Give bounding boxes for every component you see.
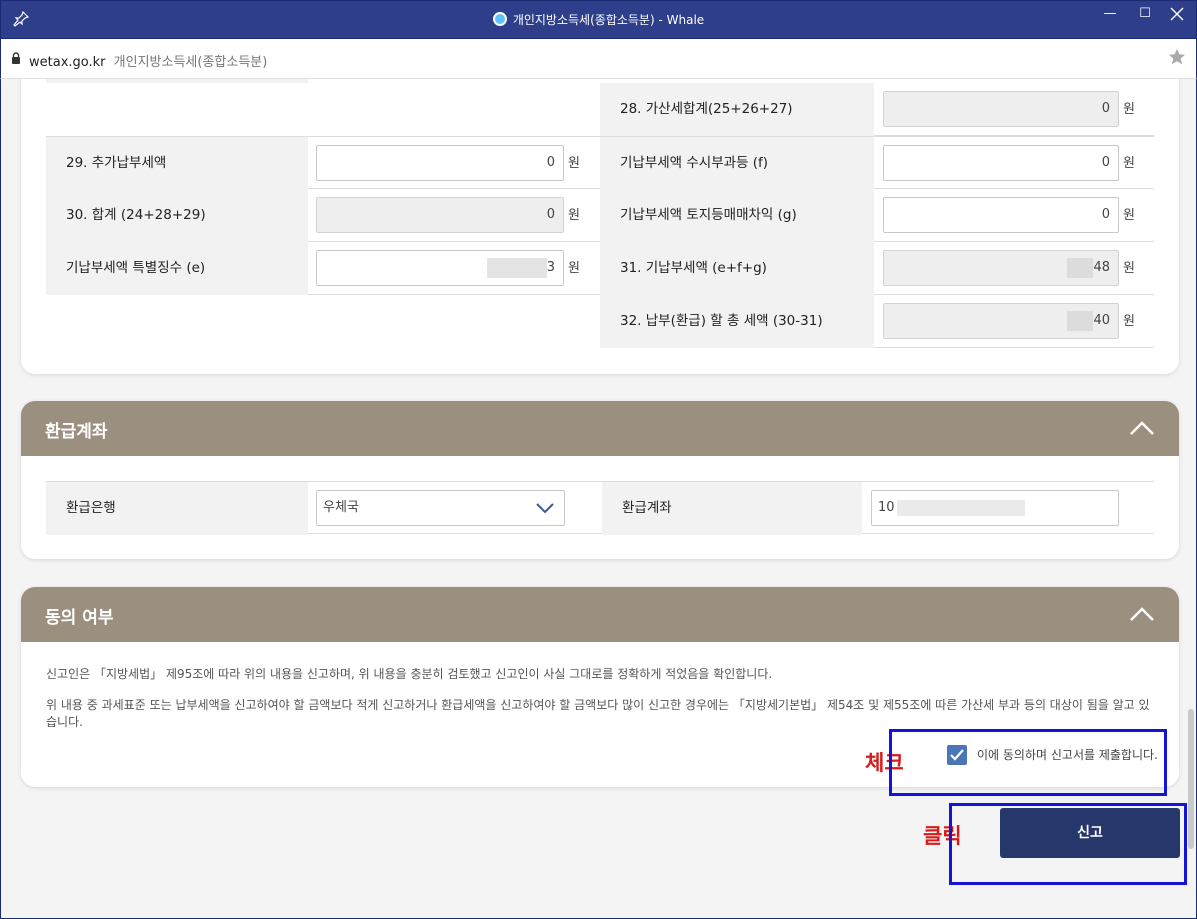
url-text[interactable]: wetax.go.kr 개인지방소득세(종합소득분): [29, 51, 267, 70]
lock-icon: [12, 52, 20, 64]
label-31: 31. 기납부세액 (e+f+g): [600, 242, 874, 295]
masked-value: [1067, 257, 1094, 278]
scrollbar-thumb[interactable]: [1188, 709, 1194, 849]
maximize-button[interactable]: ☐: [1136, 5, 1154, 23]
table-row-28: 28. 가산세합계(25+26+27) 0 원: [600, 83, 1154, 136]
masked-value: [486, 257, 547, 278]
submit-button[interactable]: 신고: [1000, 808, 1180, 858]
field-e-input[interactable]: 3: [316, 250, 564, 286]
unit-won: 원: [1123, 102, 1135, 117]
unit-won: 원: [1123, 314, 1135, 329]
field-30: 0: [316, 197, 564, 233]
chevron-up-icon[interactable]: [1129, 603, 1155, 625]
chevron-down-icon: [536, 503, 554, 514]
address-bar: wetax.go.kr 개인지방소득세(종합소득분): [0, 39, 1197, 79]
unit-won: 원: [568, 156, 580, 171]
agree-label[interactable]: 이에 동의하며 신고서를 제출합니다.: [977, 746, 1158, 763]
unit-won: 원: [1123, 261, 1135, 276]
field-32: 40: [883, 303, 1119, 339]
whale-app-icon: [492, 12, 507, 26]
star-icon[interactable]: [1168, 48, 1186, 66]
checkmark-icon: [950, 749, 964, 761]
minimize-button[interactable]: —: [1101, 5, 1119, 23]
chevron-up-icon[interactable]: [1129, 417, 1155, 439]
unit-won: 원: [568, 208, 580, 223]
bank-select[interactable]: 우체국: [316, 490, 565, 526]
label-e: 기납부세액 특별징수 (e): [46, 242, 308, 295]
field-g-input[interactable]: 0: [883, 197, 1119, 233]
window-title: 개인지방소득세(종합소득분) - Whale: [1, 11, 1196, 28]
table-row-32: 32. 납부(환급) 할 총 세액 (30-31) 40 원: [600, 295, 1154, 348]
refund-account-card: 환급계좌 환급은행 우체국 환급계좌 10: [21, 401, 1179, 559]
account-input[interactable]: 10: [871, 490, 1119, 526]
label-refund-account: 환급계좌: [602, 482, 862, 535]
page-content: 28. 가산세합계(25+26+27) 0 원 29. 추가납부세액 0 원 기…: [0, 79, 1197, 919]
refund-section-header[interactable]: 환급계좌: [21, 401, 1179, 456]
unit-won: 원: [1123, 208, 1135, 223]
label-f: 기납부세액 수시부과등 (f): [600, 137, 874, 190]
label-g: 기납부세액 토지등매매차익 (g): [600, 189, 874, 242]
table-row-e: 기납부세액 특별징수 (e) 3 원 31. 기납부세액 (e+f+g) 48 …: [46, 242, 1154, 295]
unit-won: 원: [568, 261, 580, 276]
table-row-30: 30. 합계 (24+28+29) 0 원 기납부세액 토지등매매차익 (g) …: [46, 189, 1154, 242]
consent-section-header[interactable]: 동의 여부: [21, 587, 1179, 642]
section-title: 동의 여부: [45, 608, 114, 628]
agree-checkbox[interactable]: [947, 745, 967, 765]
table-row-stub: [46, 79, 308, 83]
field-f-input[interactable]: 0: [883, 145, 1119, 181]
field-28: 0: [883, 91, 1119, 127]
window-titlebar: 개인지방소득세(종합소득분) - Whale — ☐: [0, 0, 1197, 39]
consent-notice-1: 신고인은 「지방세법」 제95조에 따라 위의 내용을 신고하며, 위 내용을 …: [46, 667, 773, 681]
close-icon[interactable]: [1170, 7, 1184, 21]
field-29-input[interactable]: 0: [316, 145, 564, 181]
section-title: 환급계좌: [45, 422, 108, 442]
refund-row: 환급은행 우체국 환급계좌 10: [46, 481, 1154, 535]
table-row-29: 29. 추가납부세액 0 원 기납부세액 수시부과등 (f) 0 원: [46, 136, 1154, 190]
page-site-title: 개인지방소득세(종합소득분): [113, 55, 268, 70]
masked-value: [1067, 310, 1094, 331]
tax-summary-card: 28. 가산세합계(25+26+27) 0 원 29. 추가납부세액 0 원 기…: [21, 79, 1179, 374]
label-29: 29. 추가납부세액: [46, 137, 308, 190]
label-28: 28. 가산세합계(25+26+27): [600, 83, 874, 136]
consent-notice-2: 위 내용 중 과세표준 또는 납부세액을 신고하여야 할 금액보다 적게 신고하…: [46, 698, 1150, 729]
masked-value: [896, 499, 1025, 516]
label-32: 32. 납부(환급) 할 총 세액 (30-31): [600, 295, 874, 348]
unit-won: 원: [1123, 156, 1135, 171]
field-31: 48: [883, 250, 1119, 286]
label-refund-bank: 환급은행: [46, 482, 308, 535]
label-30: 30. 합계 (24+28+29): [46, 189, 308, 242]
